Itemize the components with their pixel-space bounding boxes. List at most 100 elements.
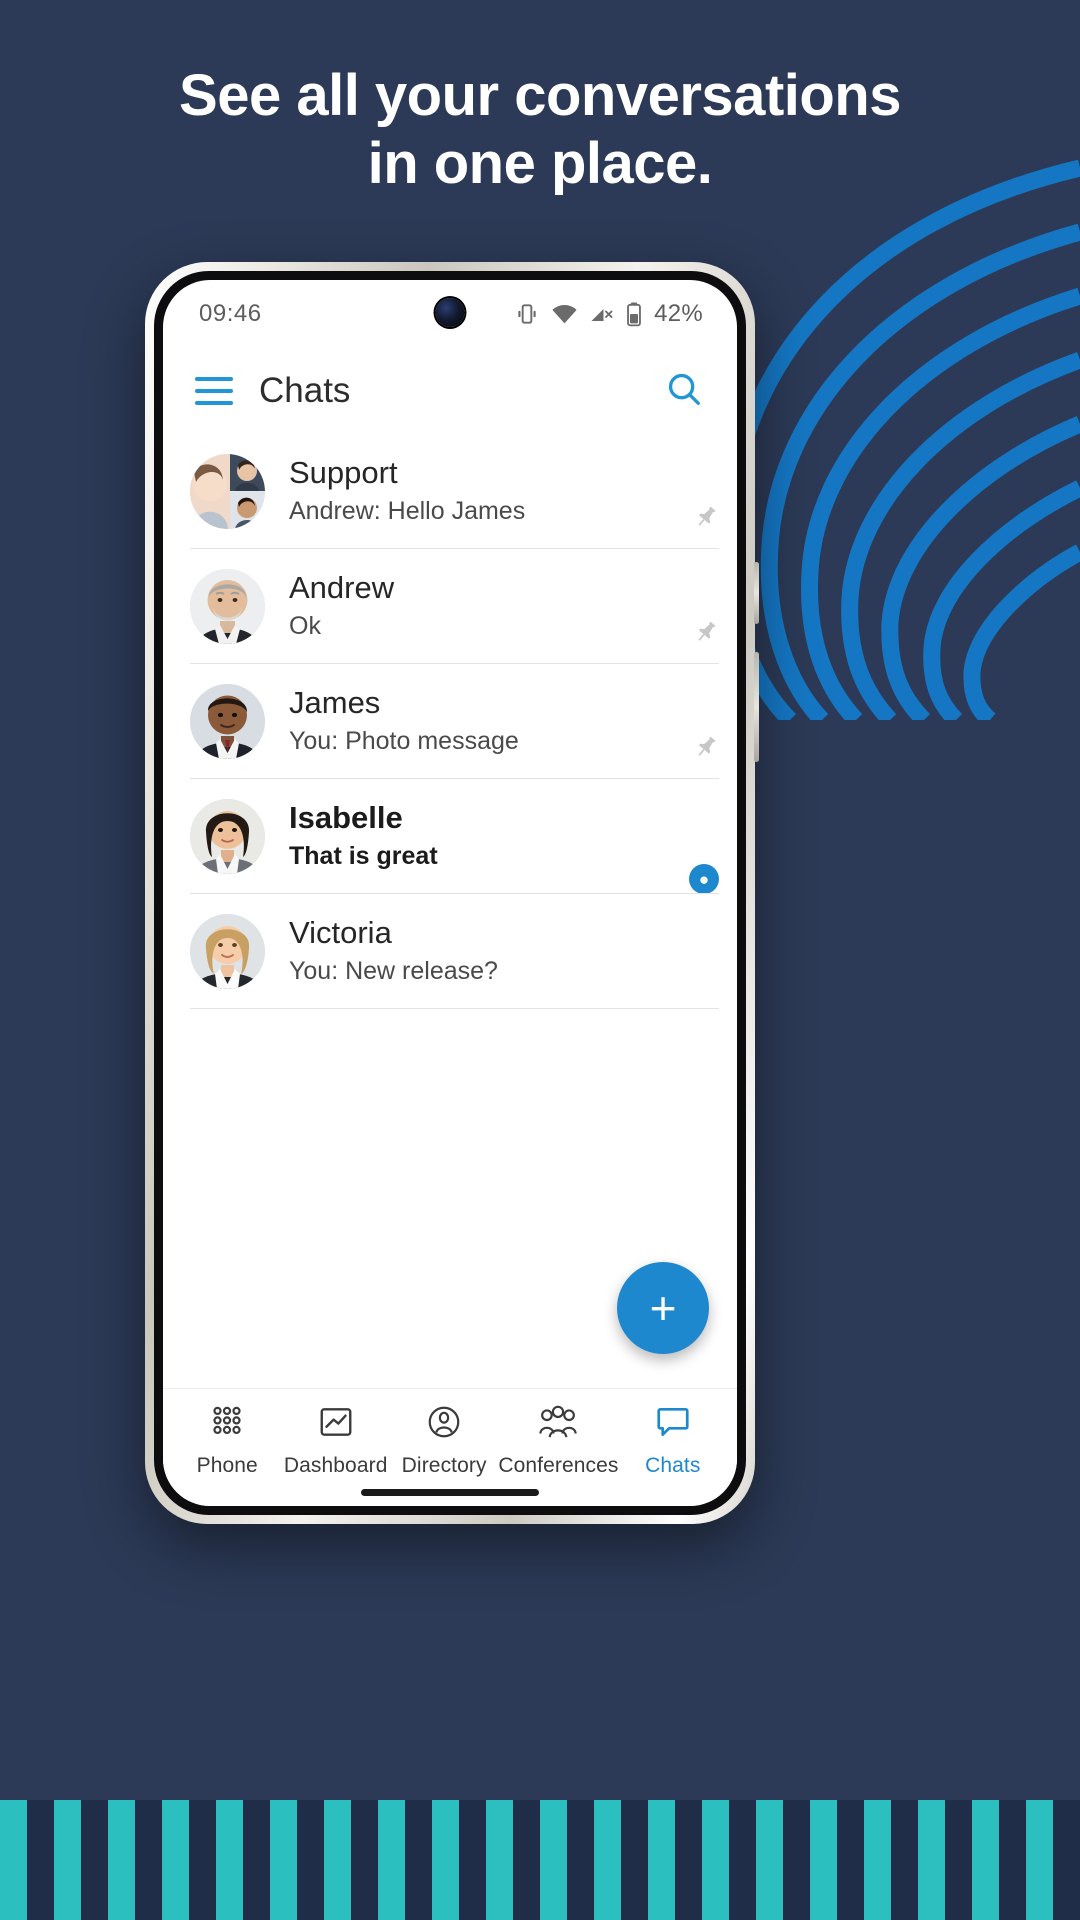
vibrate-icon [514, 301, 540, 327]
background-stripe [405, 1800, 432, 1920]
home-indicator [361, 1489, 539, 1496]
status-icons: 42% [514, 300, 703, 328]
background-stripe [756, 1800, 783, 1920]
nav-item-chats[interactable]: Chats [619, 1403, 727, 1478]
background-stripe [675, 1800, 702, 1920]
chat-row[interactable]: James You: Photo message [163, 664, 737, 779]
chat-row[interactable]: Andrew Ok [163, 549, 737, 664]
chat-list[interactable]: Support Andrew: Hello James Andrew Ok Ja… [163, 434, 737, 1388]
headline-line-2: in one place. [367, 131, 713, 197]
chat-row[interactable]: Support Andrew: Hello James [163, 434, 737, 549]
phone-mockup: 09:46 42% Chats Support Andrew: Hello Ja… [145, 262, 759, 1524]
nav-label: Directory [401, 1454, 487, 1477]
background-stripe [81, 1800, 108, 1920]
headline-line-1: See all your conversations [179, 63, 901, 128]
background-stripe [54, 1800, 81, 1920]
chat-name: James [289, 685, 381, 721]
promo-headline: See all your conversations in one place. [0, 62, 1080, 199]
background-stripe [837, 1800, 864, 1920]
pin-icon [693, 619, 719, 650]
background-stripe [810, 1800, 837, 1920]
plus-icon: + [649, 1282, 677, 1334]
nav-label: Conferences [498, 1454, 619, 1477]
chat-text: Support Andrew: Hello James [289, 454, 693, 529]
background-stripe [648, 1800, 675, 1920]
chat-bubble-icon [654, 1403, 692, 1446]
nav-item-dashboard[interactable]: Dashboard [281, 1403, 389, 1478]
battery-percent: 42% [654, 300, 703, 327]
background-stripe [945, 1800, 972, 1920]
background-stripe [108, 1800, 135, 1920]
background-stripe [0, 1800, 27, 1920]
background-stripe [324, 1800, 351, 1920]
nav-item-phone[interactable]: Phone [173, 1403, 281, 1478]
background-stripe [1053, 1800, 1080, 1920]
battery-icon [625, 301, 643, 327]
chat-name: Support [289, 455, 398, 491]
front-camera-punchhole [435, 298, 465, 327]
background-stripe [486, 1800, 513, 1920]
phone-power-button [754, 652, 759, 762]
background-stripe [189, 1800, 216, 1920]
unread-badge: ● [689, 864, 719, 894]
chat-preview: You: New release? [289, 957, 498, 985]
pin-icon [693, 504, 719, 535]
chat-preview: Ok [289, 612, 321, 640]
background-stripe [783, 1800, 810, 1920]
dialpad-icon [208, 1403, 246, 1446]
chat-name: Isabelle [289, 800, 403, 836]
avatar [190, 569, 265, 644]
chart-icon [317, 1403, 355, 1446]
nav-label: Phone [196, 1454, 258, 1477]
chat-text: Isabelle That is great [289, 799, 689, 874]
chat-text: James You: Photo message [289, 684, 693, 759]
background-stripe [270, 1800, 297, 1920]
background-stripe [459, 1800, 486, 1920]
hamburger-menu-icon[interactable] [195, 377, 233, 405]
search-icon[interactable] [665, 370, 703, 413]
person-circle-icon [425, 1403, 463, 1446]
new-chat-fab[interactable]: + [617, 1262, 709, 1354]
app-bar: Chats [163, 348, 737, 434]
chat-row[interactable]: Victoria You: New release? [163, 894, 737, 1009]
chat-name: Andrew [289, 570, 395, 606]
nav-item-conferences[interactable]: Conferences [498, 1403, 618, 1478]
nav-label: Chats [645, 1454, 701, 1477]
background-stripe [513, 1800, 540, 1920]
background-stripe [432, 1800, 459, 1920]
chat-name: Victoria [289, 915, 392, 951]
background-stripe [243, 1800, 270, 1920]
chat-preview: Andrew: Hello James [289, 497, 526, 525]
phone-bezel: 09:46 42% Chats Support Andrew: Hello Ja… [154, 271, 746, 1515]
background-stripe [216, 1800, 243, 1920]
nav-label: Dashboard [283, 1454, 388, 1477]
nav-item-directory[interactable]: Directory [390, 1403, 498, 1478]
background-stripes [0, 1800, 1080, 1920]
background-stripe [27, 1800, 54, 1920]
background-stripe [702, 1800, 729, 1920]
background-stripe [891, 1800, 918, 1920]
status-bar: 09:46 42% [163, 280, 737, 348]
chat-meta [693, 619, 719, 664]
phone-screen: 09:46 42% Chats Support Andrew: Hello Ja… [163, 280, 737, 1506]
status-time: 09:46 [199, 300, 262, 327]
phone-volume-button [754, 562, 759, 624]
background-stripe [567, 1800, 594, 1920]
group-people-icon [538, 1403, 578, 1446]
background-stripe [351, 1800, 378, 1920]
avatar [190, 684, 265, 759]
background-stripe [999, 1800, 1026, 1920]
avatar [190, 914, 265, 989]
background-stripe [540, 1800, 567, 1920]
background-stripe [972, 1800, 999, 1920]
chat-meta [693, 734, 719, 779]
chat-text: Andrew Ok [289, 569, 693, 644]
pin-icon [693, 734, 719, 765]
chat-meta: ● [689, 864, 719, 894]
chat-preview: You: Photo message [289, 727, 519, 755]
background-stripe [729, 1800, 756, 1920]
chat-row[interactable]: Isabelle That is great ● [163, 779, 737, 894]
chat-preview: That is great [289, 842, 438, 870]
background-stripe [162, 1800, 189, 1920]
page-title: Chats [259, 371, 351, 410]
